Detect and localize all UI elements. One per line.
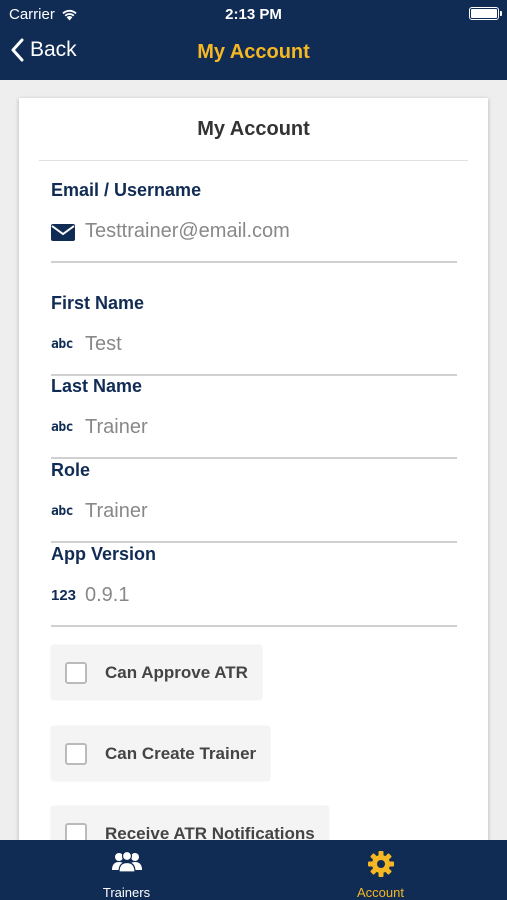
last-name-field[interactable]: abc Trainer: [51, 416, 148, 439]
first-name-value: Test: [85, 333, 122, 355]
last-name-underline: [51, 457, 457, 459]
first-name-label: First Name: [51, 293, 145, 313]
email-label: Email / Username: [51, 180, 202, 200]
tab-trainers[interactable]: Trainers: [0, 840, 253, 900]
battery-icon: [469, 7, 502, 20]
abc-icon: abc: [51, 420, 73, 435]
app-version-value: 0.9.1: [85, 584, 130, 606]
can-create-trainer-label: Can Create Trainer: [105, 743, 257, 763]
status-bar: Carrier 2:13 PM: [0, 0, 507, 28]
role-underline: [51, 541, 457, 543]
card-title: My Account: [197, 118, 310, 140]
people-icon: [111, 850, 142, 873]
email-underline: [51, 261, 457, 263]
abc-icon: abc: [51, 337, 73, 352]
tab-trainers-label: Trainers: [102, 885, 151, 900]
can-approve-atr-label: Can Approve ATR: [105, 662, 248, 682]
checkbox-box[interactable]: [65, 742, 87, 765]
role-field[interactable]: abc Trainer: [51, 500, 148, 523]
role-value: Trainer: [85, 500, 148, 522]
top-bar: Carrier 2:13 PM Back My Account: [0, 0, 507, 80]
last-name-value: Trainer: [85, 416, 148, 438]
app-version-underline: [51, 625, 457, 627]
app-version-field: 123 0.9.1: [51, 584, 129, 607]
account-card: My Account Email / Username Testtrainer@…: [19, 98, 488, 861]
card-divider: [39, 160, 468, 161]
envelope-icon: [51, 223, 75, 241]
gear-icon: [367, 851, 394, 877]
can-approve-atr-checkbox[interactable]: Can Approve ATR: [51, 645, 262, 700]
abc-icon: abc: [51, 504, 73, 519]
email-field[interactable]: Testtrainer@email.com: [51, 220, 290, 243]
can-create-trainer-checkbox[interactable]: Can Create Trainer: [51, 726, 271, 781]
role-label: Role: [51, 460, 91, 480]
tab-bar: Trainers Account: [0, 840, 507, 900]
nav-title: My Account: [197, 41, 310, 63]
last-name-label: Last Name: [51, 376, 143, 396]
numbers-icon: 123: [51, 587, 77, 604]
tab-account[interactable]: Account: [254, 840, 507, 900]
email-value: Testtrainer@email.com: [85, 220, 290, 242]
tab-account-label: Account: [357, 885, 404, 900]
app-version-label: App Version: [51, 544, 157, 564]
nav-bar: Back My Account: [0, 28, 507, 80]
first-name-field[interactable]: abc Test: [51, 333, 122, 356]
status-time: 2:13 PM: [225, 6, 282, 23]
checkbox-box[interactable]: [65, 661, 87, 684]
